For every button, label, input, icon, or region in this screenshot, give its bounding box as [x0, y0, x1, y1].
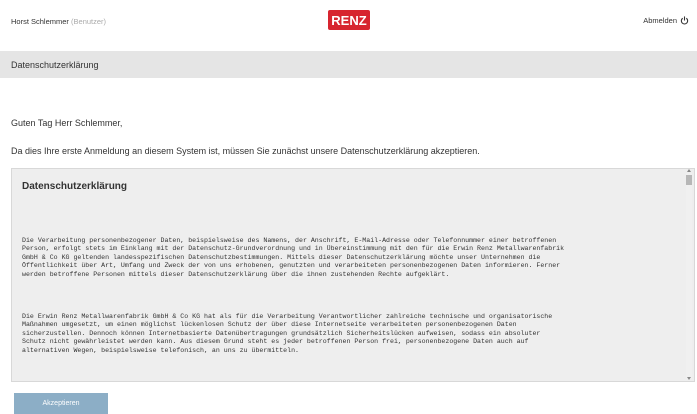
- greeting-text: Guten Tag Herr Schlemmer,: [11, 118, 123, 128]
- user-role: (Benutzer): [71, 17, 107, 26]
- scrollbar-thumb[interactable]: [686, 175, 692, 185]
- logo-text: RENZ: [331, 13, 366, 28]
- policy-paragraph: Die Verarbeitung personenbezogener Daten…: [22, 237, 565, 278]
- policy-paragraph: Die Erwin Renz Metallwarenfabrik GmbH & …: [22, 313, 553, 354]
- scroll-down-arrow-icon[interactable]: [687, 377, 691, 380]
- logout-button[interactable]: Abmelden: [643, 16, 689, 25]
- policy-scroll-box[interactable]: Datenschutzerklärung Die Verarbeitung pe…: [11, 168, 695, 382]
- page-title: Datenschutzerklärung: [11, 60, 99, 70]
- page-title-bar: Datenschutzerklärung: [0, 51, 697, 78]
- top-bar: Horst Schlemmer (Benutzer) RENZ Abmelden: [0, 0, 697, 44]
- renz-logo: RENZ: [328, 10, 370, 30]
- user-info: Horst Schlemmer (Benutzer): [11, 17, 106, 26]
- scroll-up-arrow-icon[interactable]: [687, 169, 691, 172]
- accept-button[interactable]: Akzeptieren: [14, 393, 108, 414]
- scrollbar-track[interactable]: [686, 173, 692, 379]
- power-icon: [680, 16, 689, 25]
- policy-title: Datenschutzerklärung: [22, 181, 128, 192]
- logout-label: Abmelden: [643, 16, 677, 25]
- user-name: Horst Schlemmer: [11, 17, 69, 26]
- intro-text: Da dies Ihre erste Anmeldung an diesem S…: [11, 146, 480, 156]
